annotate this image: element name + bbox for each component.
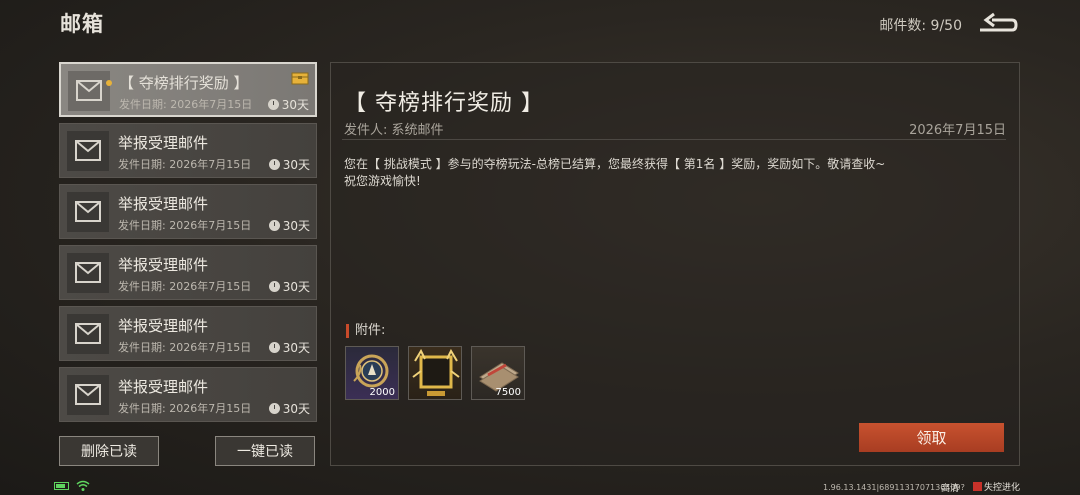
mail-date: 发件日期: 2026年7月15日 [119, 98, 253, 111]
clock-icon [268, 281, 280, 292]
mail-item[interactable]: 举报受理邮件 发件日期: 2026年7月15日 30天 [59, 245, 317, 300]
mail-subject: 举报受理邮件 [118, 378, 209, 396]
mail-item[interactable]: 【 夺榜排行奖励 】 发件日期: 2026年7月15日 30天 [59, 62, 317, 117]
envelope-icon [75, 201, 101, 222]
envelope-box [67, 375, 109, 415]
attachments-label: 附件: [346, 324, 385, 338]
battery-icon [54, 482, 69, 490]
mail-body-line: 祝您游戏愉快! [344, 174, 421, 188]
claim-button[interactable]: 领取 [859, 423, 1004, 452]
mail-date: 发件日期: 2026年7月15日 [118, 280, 252, 293]
mail-subject: 举报受理邮件 [118, 256, 209, 274]
mail-detail-date: 2026年7月15日 [909, 123, 1006, 138]
mail-expiry-text: 30天 [281, 98, 309, 112]
mail-expiry: 30天 [268, 156, 310, 173]
logo-mark-icon [973, 482, 982, 491]
mail-expiry: 30天 [268, 217, 310, 234]
mail-expiry-text: 30天 [282, 219, 310, 233]
mail-item[interactable]: 举报受理邮件 发件日期: 2026年7月15日 30天 [59, 184, 317, 239]
mail-item[interactable]: 举报受理邮件 发件日期: 2026年7月15日 30天 [59, 306, 317, 361]
mail-detail-title: 【 夺榜排行奖励 】 [344, 91, 544, 116]
divider [342, 139, 1006, 140]
treasure-chest-icon [291, 72, 309, 85]
envelope-icon [75, 140, 101, 161]
clock-icon [268, 159, 280, 170]
mail-date: 发件日期: 2026年7月15日 [118, 341, 252, 354]
mail-item[interactable]: 举报受理邮件 发件日期: 2026年7月15日 30天 [59, 367, 317, 422]
mail-expiry: 30天 [268, 278, 310, 295]
mail-date: 发件日期: 2026年7月15日 [118, 158, 252, 171]
mail-date: 发件日期: 2026年7月15日 [118, 219, 252, 232]
attachment-count: 2000 [369, 387, 395, 398]
clock-icon [268, 342, 280, 353]
envelope-box [67, 253, 109, 293]
logo-text: 失控进化 [984, 483, 1021, 493]
envelope-box [67, 314, 109, 354]
quality-label: 高清 [941, 484, 960, 494]
mail-subject: 举报受理邮件 [118, 317, 209, 335]
mail-expiry: 30天 [267, 96, 309, 113]
attachment-slot[interactable]: 2000 [345, 346, 399, 400]
envelope-box [68, 71, 112, 111]
mail-item[interactable]: 举报受理邮件 发件日期: 2026年7月15日 30天 [59, 123, 317, 178]
mail-sender: 发件人: 系统邮件 [344, 123, 444, 138]
page-title: 邮箱 [60, 12, 104, 36]
mail-date: 发件日期: 2026年7月15日 [118, 402, 252, 415]
mail-expiry-text: 30天 [282, 280, 310, 294]
avatar-frame-icon [412, 348, 460, 396]
mail-expiry: 30天 [268, 339, 310, 356]
clock-icon [268, 220, 280, 231]
clock-icon [268, 403, 280, 414]
wifi-icon [76, 480, 90, 491]
game-logo: 失控进化 [973, 480, 1020, 493]
mail-subject: 【 夺榜排行奖励 】 [119, 74, 249, 92]
envelope-icon [75, 384, 101, 405]
unread-dot [106, 80, 112, 86]
mail-expiry-text: 30天 [282, 341, 310, 355]
envelope-icon [75, 262, 101, 283]
envelope-icon [75, 323, 101, 344]
mail-expiry-text: 30天 [282, 402, 310, 416]
mark-all-read-button[interactable]: 一键已读 [215, 436, 315, 466]
attachment-count: 7500 [495, 387, 521, 398]
mail-subject: 举报受理邮件 [118, 195, 209, 213]
mail-count: 邮件数: 9/50 [879, 18, 962, 34]
attachment-slot[interactable] [408, 346, 462, 400]
mail-expiry-text: 30天 [282, 158, 310, 172]
mail-body-line: 您在【 挑战模式 】参与的夺榜玩法-总榜已结算，您最终获得【 第1名 】奖励，奖… [344, 157, 886, 171]
attachment-slot[interactable]: 7500 [471, 346, 525, 400]
envelope-box [67, 131, 109, 171]
clock-icon [267, 99, 279, 110]
mail-subject: 举报受理邮件 [118, 134, 209, 152]
envelope-box [67, 192, 109, 232]
delete-read-button[interactable]: 删除已读 [59, 436, 159, 466]
mail-list: 【 夺榜排行奖励 】 发件日期: 2026年7月15日 30天 举报受理邮件 发… [59, 62, 317, 428]
back-arrow-icon[interactable] [976, 10, 1018, 36]
mail-expiry: 30天 [268, 400, 310, 417]
envelope-icon [76, 80, 102, 101]
